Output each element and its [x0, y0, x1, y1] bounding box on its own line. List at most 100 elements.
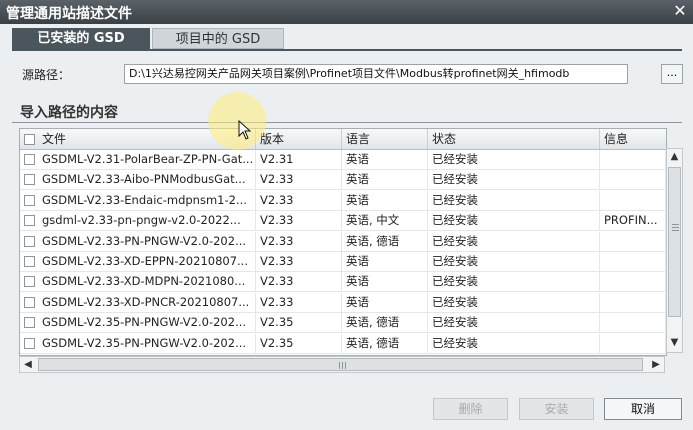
cell-text: V2.33 — [260, 172, 294, 187]
cell-info — [600, 150, 666, 170]
browse-button[interactable]: ... — [661, 64, 683, 84]
cell-status: 已经安装 — [428, 211, 600, 232]
delete-button[interactable]: 删除 — [433, 398, 508, 420]
row-checkbox[interactable] — [24, 215, 35, 227]
cell-info — [600, 231, 666, 252]
cell-version: V2.33 — [256, 231, 342, 252]
cell-status: 已经安装 — [428, 170, 600, 191]
table-row[interactable]: GSDML-V2.33-XD-PNCR-20210807... V2.33 英语 已经… — [20, 292, 666, 313]
vertical-scrollbar[interactable]: ▲ ▼ — [666, 148, 683, 353]
cell-text: V2.33 — [260, 274, 294, 289]
cell-text: 已经安装 — [432, 335, 478, 350]
cell-language: 英语 — [342, 170, 428, 191]
dialog-title: 管理通用站描述文件 — [6, 6, 132, 22]
cell-text: V2.33 — [260, 294, 294, 309]
gsd-manager-dialog: 管理通用站描述文件 ✕ 已安装的 GSD 项目中的 GSD 源路径： D:\1兴… — [0, 0, 693, 430]
scroll-down-icon[interactable]: ▼ — [667, 335, 682, 351]
table-row[interactable]: GSDML-V2.33-XD-EPPN-20210807... V2.33 英语 已经… — [20, 252, 666, 272]
row-checkbox[interactable] — [24, 256, 35, 267]
cell-status: 已经安装 — [428, 313, 600, 334]
row-checkbox[interactable] — [24, 337, 35, 349]
column-header-version[interactable]: 版本 — [256, 129, 342, 149]
cell-text: 英语 — [346, 294, 369, 309]
cell-file: GSDML-V2.33-Aibo-PNModbusGat... — [20, 170, 256, 191]
cell-file: GSDML-V2.35-PN-PNGW-V2.0-202... — [20, 313, 256, 334]
cell-text: GSDML-V2.35-PN-PNGW-V2.0-202... — [42, 335, 247, 350]
cell-info — [600, 252, 666, 272]
table-row[interactable]: GSDML-V2.33-Aibo-PNModbusGat... V2.33 英语 已经… — [20, 170, 666, 191]
table-row[interactable]: GSDML-V2.35-PN-PNGW-V2.0-202... V2.35 英语, … — [20, 313, 666, 334]
cell-text: V2.33 — [260, 254, 294, 268]
cell-info — [600, 333, 666, 354]
cell-info — [600, 313, 666, 334]
cell-text: 英语 — [346, 274, 369, 289]
table-row[interactable]: GSDML-V2.33-Endaic-mdpnsm1-2... V2.33 英语 已经… — [20, 190, 666, 211]
horizontal-scrollbar[interactable]: ◀ ▶ — [19, 356, 665, 373]
column-header-language[interactable]: 语言 — [342, 129, 428, 149]
cell-text: 英语 — [346, 254, 369, 268]
cell-text: GSDML-V2.33-XD-MDPN-2021080... — [42, 274, 246, 289]
cell-text: 已经安装 — [432, 192, 478, 207]
table-row[interactable]: GSDML-V2.31-PolarBear-ZP-PN-Gat... V2.31 英… — [20, 150, 666, 170]
gsd-file-table: 文件 版本 语言 状态 信息 GSDML-V2.31-PolarBear-ZP-… — [19, 128, 667, 356]
table-row[interactable]: GSDML-V2.33-PN-PNGW-V2.0-202... V2.33 英语, … — [20, 231, 666, 252]
row-checkbox[interactable] — [24, 194, 35, 206]
cell-info — [600, 170, 666, 191]
cell-text: 英语, 中文 — [346, 213, 400, 228]
cell-language: 英语, 德语 — [342, 231, 428, 252]
cell-status: 已经安装 — [428, 150, 600, 170]
cell-version: V2.33 — [256, 211, 342, 232]
scroll-up-icon[interactable]: ▲ — [667, 149, 682, 165]
cell-language: 英语 — [342, 190, 428, 211]
cell-text: V2.33 — [260, 233, 294, 248]
title-bar[interactable]: 管理通用站描述文件 ✕ — [0, 0, 693, 24]
cell-text: 已经安装 — [432, 152, 478, 166]
scroll-right-icon[interactable]: ▶ — [648, 357, 664, 372]
column-header-info[interactable]: 信息 — [600, 129, 666, 149]
row-checkbox[interactable] — [24, 296, 35, 308]
cell-text: 英语 — [346, 152, 369, 166]
cell-text: V2.35 — [260, 315, 294, 330]
column-header-status[interactable]: 状态 — [428, 129, 600, 149]
vertical-scroll-thumb[interactable] — [668, 167, 681, 317]
cell-text: V2.33 — [260, 213, 294, 228]
source-path-input[interactable]: D:\1兴达易控网关产品网关项目案例\Profinet项目文件\Modbus转p… — [124, 64, 628, 84]
cell-version: V2.35 — [256, 333, 342, 354]
row-checkbox[interactable] — [24, 276, 35, 288]
cell-language: 英语 — [342, 252, 428, 272]
cell-language: 英语, 德语 — [342, 333, 428, 354]
tab-project-gsd[interactable]: 项目中的 GSD — [152, 28, 284, 49]
select-all-checkbox[interactable] — [24, 134, 35, 145]
cell-language: 英语 — [342, 292, 428, 313]
table-row[interactable]: GSDML-V2.35-PN-PNGW-V2.0-202... V2.35 英语, … — [20, 333, 666, 354]
section-title: 导入路径的内容 — [20, 105, 118, 121]
cell-text: 已经安装 — [432, 213, 478, 228]
row-checkbox[interactable] — [24, 235, 35, 247]
install-button[interactable]: 安装 — [519, 398, 594, 420]
tab-installed-gsd[interactable]: 已安装的 GSD — [12, 28, 150, 49]
cell-text: V2.31 — [260, 152, 294, 166]
cancel-button[interactable]: 取消 — [604, 398, 682, 420]
cell-text: V2.33 — [260, 192, 294, 207]
tab-divider — [12, 49, 682, 51]
row-checkbox[interactable] — [24, 174, 35, 186]
scroll-left-icon[interactable]: ◀ — [20, 357, 36, 372]
horizontal-scroll-thumb[interactable] — [38, 358, 643, 371]
table-row[interactable]: GSDML-V2.33-XD-MDPN-2021080... V2.33 英语 已经安… — [20, 272, 666, 293]
cell-text: 英语, 德语 — [346, 315, 400, 330]
cell-language: 英语 — [342, 150, 428, 170]
row-checkbox[interactable] — [24, 317, 35, 329]
cell-text: 英语, 德语 — [346, 233, 400, 248]
cell-file: GSDML-V2.31-PolarBear-ZP-PN-Gat... — [20, 150, 256, 170]
cell-file: gsdml-v2.33-pn-pngw-v2.0-2022... — [20, 211, 256, 232]
section-divider — [12, 122, 682, 123]
table-row[interactable]: gsdml-v2.33-pn-pngw-v2.0-2022... V2.33 英语,… — [20, 211, 666, 232]
cell-text: 英语, 德语 — [346, 335, 400, 350]
row-checkbox[interactable] — [24, 154, 35, 165]
cell-text: GSDML-V2.31-PolarBear-ZP-PN-Gat... — [42, 152, 254, 166]
grip-icon — [672, 224, 679, 225]
close-icon[interactable]: ✕ — [671, 1, 689, 21]
cell-text: 英语 — [346, 172, 369, 187]
cell-version: V2.33 — [256, 170, 342, 191]
cell-text: V2.35 — [260, 335, 294, 350]
